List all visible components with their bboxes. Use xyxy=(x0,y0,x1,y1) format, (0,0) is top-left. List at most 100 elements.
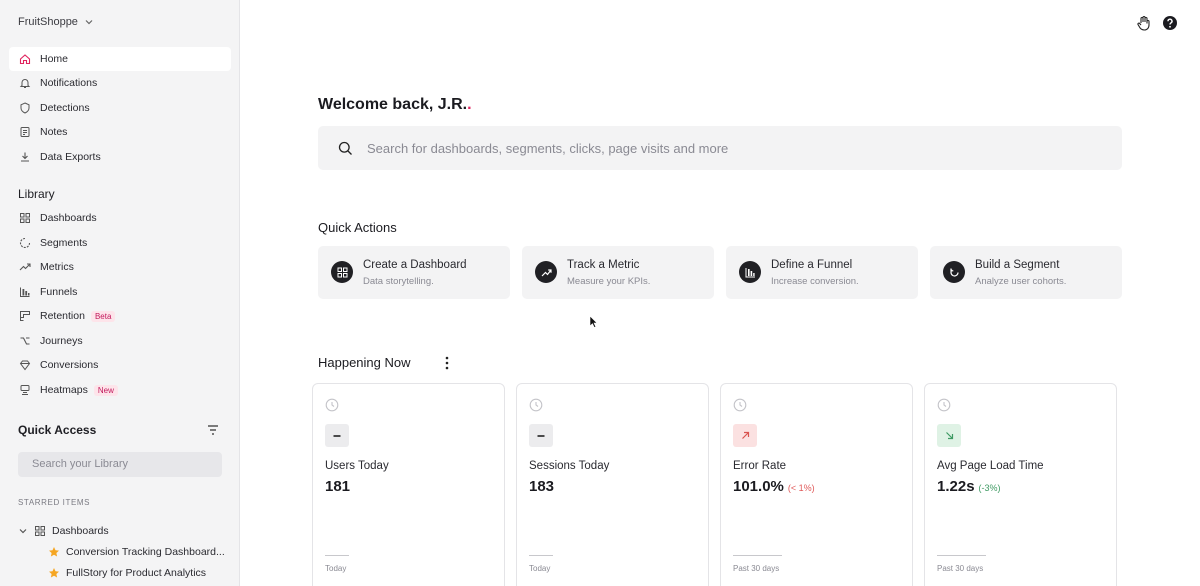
sidebar-item-notes[interactable]: Notes xyxy=(9,120,231,144)
heatmap-icon xyxy=(20,385,30,395)
metric-value-text: 1.22s xyxy=(937,478,975,495)
metric-card-users-today[interactable]: Users Today 181 Today xyxy=(312,383,505,586)
sidebar: FruitShoppe Home Notifications Detection… xyxy=(0,0,240,586)
download-icon xyxy=(21,152,29,162)
sidebar-item-label: Segments xyxy=(40,237,88,249)
diamond-icon xyxy=(19,360,31,371)
help-icon[interactable] xyxy=(1162,15,1178,31)
divider xyxy=(733,555,782,556)
sidebar-item-home[interactable]: Home xyxy=(9,47,231,71)
quick-access-heading: Quick Access xyxy=(18,423,97,437)
divider xyxy=(937,555,986,556)
action-title: Track a Metric xyxy=(567,259,640,271)
more-options-icon[interactable] xyxy=(445,356,449,370)
top-toolbar xyxy=(1136,15,1178,31)
starred-item[interactable]: Conversion Tracking Dashboard... xyxy=(48,546,234,558)
beta-badge: Beta xyxy=(90,310,116,322)
sidebar-item-data-exports[interactable]: Data Exports xyxy=(9,145,231,169)
starred-folder-dashboards[interactable]: Dashboards xyxy=(18,525,109,537)
metric-value-text: 181 xyxy=(325,478,351,495)
sidebar-item-detections[interactable]: Detections xyxy=(9,96,231,120)
shield-icon xyxy=(20,102,30,114)
action-subtitle: Measure your KPIs. xyxy=(567,276,651,287)
bell-icon xyxy=(19,79,31,88)
action-subtitle: Increase conversion. xyxy=(771,276,859,287)
filter-icon[interactable] xyxy=(206,424,220,436)
arrow-down-right-icon xyxy=(937,424,961,447)
sidebar-item-label: Retention xyxy=(40,310,85,322)
star-icon xyxy=(49,568,59,578)
sidebar-item-label: Detections xyxy=(40,102,90,114)
clock-icon xyxy=(325,398,339,412)
welcome-dot: . xyxy=(467,96,472,113)
metric-card-avg-page-load-time[interactable]: Avg Page Load Time 1.22s (-3%) Past 30 da… xyxy=(924,383,1117,586)
global-search-input[interactable]: Search for dashboards, segments, clicks,… xyxy=(318,126,1122,170)
starred-item-label: FullStory for Product Analytics xyxy=(66,567,207,579)
hand-icon[interactable] xyxy=(1136,15,1152,31)
sidebar-item-retention[interactable]: Retention Beta xyxy=(9,304,231,328)
welcome-heading: Welcome back, J.R.. xyxy=(318,96,472,114)
trend-up-icon xyxy=(541,268,552,276)
sidebar-item-segments[interactable]: Segments xyxy=(9,231,231,255)
metric-value: 181 xyxy=(325,478,350,495)
happening-now-heading: Happening Now xyxy=(318,355,411,370)
metric-delta: (< 1%) xyxy=(787,483,815,493)
metric-card-error-rate[interactable]: Error Rate 101.0% (< 1%) Past 30 days xyxy=(720,383,913,586)
sidebar-item-funnels[interactable]: Funnels xyxy=(9,280,231,304)
action-title: Build a Segment xyxy=(975,259,1060,271)
metric-value: 1.22s (-3%) xyxy=(937,478,1001,495)
chevron-down-icon xyxy=(85,20,93,25)
starred-folder-label: Dashboards xyxy=(52,525,109,537)
sidebar-item-metrics[interactable]: Metrics xyxy=(9,255,231,279)
metric-period: Past 30 days xyxy=(937,564,984,573)
org-name: FruitShoppe xyxy=(18,16,78,28)
sidebar-item-label: Home xyxy=(40,53,69,65)
clock-icon xyxy=(733,398,747,412)
funnel-bars-icon xyxy=(20,287,30,297)
metric-card-sessions-today[interactable]: Sessions Today 183 Today xyxy=(516,383,709,586)
flat-trend-icon xyxy=(529,424,553,447)
sidebar-item-dashboards[interactable]: Dashboards xyxy=(9,206,231,230)
starred-item[interactable]: FullStory for Product Analytics xyxy=(48,567,234,579)
chevron-down-icon xyxy=(19,529,27,534)
create-dashboard-action[interactable]: Create a Dashboard Data storytelling. xyxy=(318,246,510,299)
segment-icon xyxy=(19,237,31,249)
grid-icon xyxy=(35,526,45,536)
welcome-text: Welcome back, J.R. xyxy=(318,96,468,113)
star-icon xyxy=(49,547,59,557)
define-funnel-action[interactable]: Define a Funnel Increase conversion. xyxy=(726,246,918,299)
metric-label: Error Rate xyxy=(733,460,787,472)
sidebar-item-label: Journeys xyxy=(40,335,83,347)
sidebar-item-label: Notes xyxy=(40,126,68,138)
metric-period: Today xyxy=(529,564,551,573)
sidebar-item-label: Notifications xyxy=(40,77,98,89)
sidebar-item-conversions[interactable]: Conversions xyxy=(9,353,231,377)
circle-arrow-icon xyxy=(949,268,959,276)
metric-value-text: 183 xyxy=(529,478,555,495)
track-metric-action[interactable]: Track a Metric Measure your KPIs. xyxy=(522,246,714,299)
metric-value-text: 101.0% xyxy=(733,478,784,495)
divider xyxy=(325,555,349,556)
mouse-cursor-icon xyxy=(589,315,598,328)
org-switcher[interactable]: FruitShoppe xyxy=(18,16,94,28)
sidebar-item-journeys[interactable]: Journeys xyxy=(9,329,231,353)
library-search-input[interactable]: Search your Library xyxy=(18,452,222,477)
build-segment-action[interactable]: Build a Segment Analyze user cohorts. xyxy=(930,246,1122,299)
sidebar-item-label: Conversions xyxy=(40,359,99,371)
divider xyxy=(529,555,553,556)
sidebar-item-heatmaps[interactable]: Heatmaps New xyxy=(9,378,231,402)
action-title: Define a Funnel xyxy=(771,259,853,271)
starred-items-heading: STARRED ITEMS xyxy=(18,498,91,507)
grid-icon xyxy=(337,267,347,277)
metric-value: 183 xyxy=(529,478,554,495)
sidebar-item-label: Metrics xyxy=(40,261,74,273)
search-placeholder: Search for dashboards, segments, clicks,… xyxy=(367,140,729,156)
metric-label: Sessions Today xyxy=(529,460,610,472)
action-subtitle: Analyze user cohorts. xyxy=(975,276,1067,287)
starred-item-label: Conversion Tracking Dashboard... xyxy=(66,546,225,558)
sidebar-item-label: Funnels xyxy=(40,286,78,298)
clock-icon xyxy=(529,398,543,412)
sidebar-item-notifications[interactable]: Notifications xyxy=(9,71,231,95)
sidebar-item-label: Heatmaps xyxy=(40,384,88,396)
quick-actions-heading: Quick Actions xyxy=(318,220,397,235)
